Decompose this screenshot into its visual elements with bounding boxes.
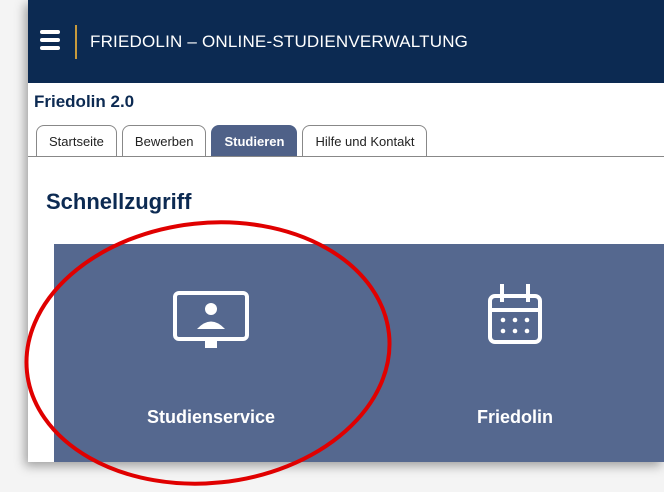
- main-tabs: Startseite Bewerben Studieren Hilfe und …: [36, 125, 428, 157]
- tile-friedolin[interactable]: Friedolin: [366, 244, 664, 462]
- monitor-user-icon: [173, 291, 249, 348]
- browser-window: FRIEDOLIN – ONLINE-STUDIENVERWALTUNG Fri…: [28, 0, 664, 462]
- header-divider: [75, 25, 77, 59]
- tile-label: Friedolin: [477, 407, 553, 427]
- calendar-icon: [488, 284, 542, 344]
- section-title: Schnellzugriff: [46, 189, 192, 214]
- tile-studienservice[interactable]: Studienservice: [54, 244, 368, 462]
- app-title: FRIEDOLIN – ONLINE-STUDIENVERWALTUNG: [90, 32, 469, 51]
- screenshot-frame: FRIEDOLIN – ONLINE-STUDIENVERWALTUNG Fri…: [0, 0, 664, 492]
- tab-studieren[interactable]: Studieren: [211, 125, 298, 156]
- tile-label: Studienservice: [146, 407, 276, 427]
- hamburger-menu-icon[interactable]: [40, 30, 60, 50]
- tab-underline: [28, 156, 664, 157]
- portal-title: Friedolin 2.0: [34, 92, 135, 111]
- tab-startseite[interactable]: Startseite: [36, 125, 117, 156]
- tab-hilfe-und-kontakt[interactable]: Hilfe und Kontakt: [302, 125, 428, 156]
- top-navigation-bar: FRIEDOLIN – ONLINE-STUDIENVERWALTUNG: [28, 0, 664, 83]
- tab-bewerben[interactable]: Bewerben: [121, 125, 207, 156]
